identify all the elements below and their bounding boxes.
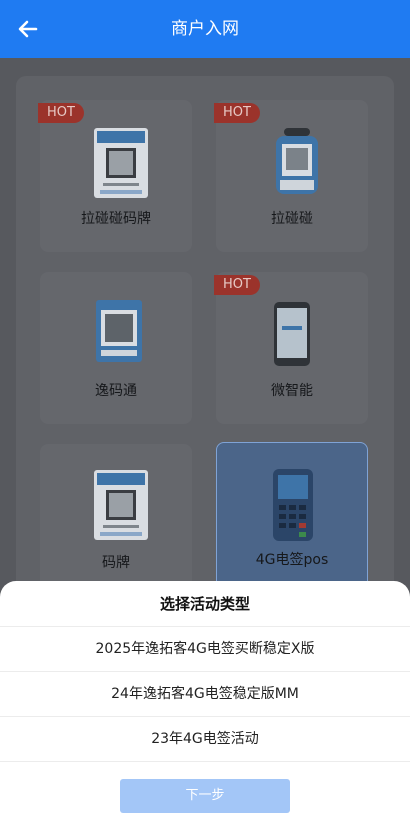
smart-pos-image bbox=[274, 302, 310, 370]
product-card-lapengpeng[interactable]: HOT 拉碰碰 bbox=[214, 100, 368, 252]
activity-option[interactable]: 23年4G电签活动 bbox=[0, 716, 410, 761]
page-title: 商户入网 bbox=[171, 19, 239, 39]
product-card-label: 拉碰碰码牌 bbox=[81, 211, 151, 227]
hot-badge: HOT bbox=[214, 103, 260, 123]
product-card-weizhineng[interactable]: HOT 微智能 bbox=[214, 272, 368, 424]
activity-option[interactable]: 2025年逸拓客4G电签买断稳定X版 bbox=[0, 626, 410, 671]
qr-plate-image bbox=[94, 470, 148, 544]
product-card-label: 微智能 bbox=[271, 383, 313, 399]
activity-option[interactable]: 24年逸拓客4G电签稳定版MM bbox=[0, 671, 410, 716]
product-card-lapengpeng-qr[interactable]: HOT 拉碰碰码牌 bbox=[38, 100, 192, 252]
product-card-label: 拉碰碰 bbox=[271, 211, 313, 227]
sheet-title: 选择活动类型 bbox=[159, 595, 250, 613]
pos-terminal-image bbox=[273, 469, 313, 545]
qr-stand-image bbox=[94, 128, 148, 202]
hot-badge: HOT bbox=[38, 103, 84, 123]
qr-card-image bbox=[96, 300, 142, 366]
product-card-4g-pos[interactable]: 4G电签pos bbox=[216, 442, 368, 594]
sheet-divider bbox=[0, 761, 410, 762]
top-bar: 商户入网 bbox=[0, 0, 410, 58]
next-button[interactable]: 下一步 bbox=[120, 779, 290, 813]
speaker-device-image bbox=[272, 128, 322, 202]
product-card-yimatong[interactable]: 逸码通 bbox=[40, 272, 192, 424]
activity-type-sheet: 选择活动类型 2025年逸拓客4G电签买断稳定X版 24年逸拓客4G电签稳定版M… bbox=[0, 581, 410, 835]
product-card-mapai[interactable]: 码牌 bbox=[40, 444, 192, 596]
product-card-label: 逸码通 bbox=[95, 383, 137, 399]
product-card-label: 码牌 bbox=[102, 555, 130, 571]
hot-badge: HOT bbox=[214, 275, 260, 295]
product-card-label: 4G电签pos bbox=[255, 552, 329, 568]
